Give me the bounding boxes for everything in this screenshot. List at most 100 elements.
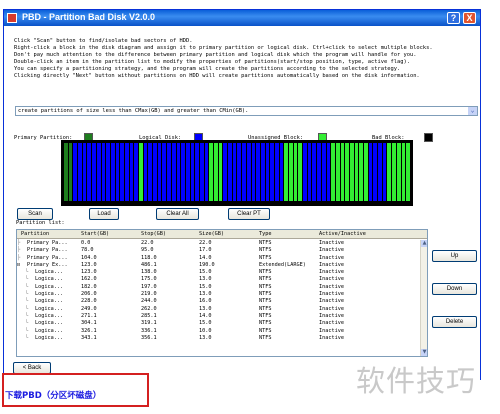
disk-block-logical[interactable]	[120, 143, 124, 201]
disk-block-logical[interactable]	[317, 143, 321, 201]
disk-block-logical[interactable]	[378, 143, 382, 201]
disk-block-logical[interactable]	[162, 143, 167, 201]
clear-all-button[interactable]: Clear All	[156, 208, 199, 220]
disk-block-unassigned[interactable]	[218, 143, 223, 201]
table-row[interactable]: └ Logica... 343.1 356.1 13.0 NTFS Inactive	[17, 335, 419, 342]
disk-block-logical[interactable]	[143, 143, 148, 201]
title-bar[interactable]: PBD - Partition Bad Disk V2.0.0 ? X	[4, 10, 480, 26]
column-header[interactable]: Start(GB)	[81, 230, 109, 239]
disk-block-unassigned[interactable]	[349, 143, 354, 201]
down-button[interactable]: Down	[432, 283, 477, 295]
disk-block-logical[interactable]	[181, 143, 185, 201]
disk-block-logical[interactable]	[153, 143, 157, 201]
table-row[interactable]: └ Logica... 271.1 285.1 14.0 NTFS Inactive	[17, 313, 419, 320]
disk-block-logical[interactable]	[274, 143, 279, 201]
disk-block-logical[interactable]	[279, 143, 284, 201]
disk-block-logical[interactable]	[199, 143, 204, 201]
disk-block-unassigned[interactable]	[401, 143, 406, 201]
column-header[interactable]: Active/Inactive	[319, 230, 366, 239]
disk-block-logical[interactable]	[321, 143, 326, 201]
disk-block-logical[interactable]	[251, 143, 256, 201]
scroll-down-icon[interactable]: ▼	[421, 349, 427, 356]
disk-block-logical[interactable]	[110, 143, 115, 201]
table-row[interactable]: ├ Primary Pa... 0.0 22.0 22.0 NTFS Inactive	[17, 240, 419, 247]
disk-block-logical[interactable]	[270, 143, 274, 201]
disk-block-logical[interactable]	[101, 143, 106, 201]
up-button[interactable]: Up	[432, 250, 477, 262]
disk-block-primary[interactable]	[68, 143, 73, 201]
disk-block-logical[interactable]	[124, 143, 129, 201]
disk-block-logical[interactable]	[171, 143, 176, 201]
column-header[interactable]: Partition	[21, 230, 49, 239]
disk-block-unassigned[interactable]	[387, 143, 392, 201]
disk-block-logical[interactable]	[129, 143, 134, 201]
disk-block-primary[interactable]	[64, 143, 68, 201]
disk-block-logical[interactable]	[87, 143, 92, 201]
table-row[interactable]: └ Logica... 304.1 319.1 15.0 NTFS Inactive	[17, 320, 419, 327]
disk-block-logical[interactable]	[256, 143, 260, 201]
disk-block-logical[interactable]	[228, 143, 232, 201]
vertical-scrollbar[interactable]: ▲ ▼	[420, 240, 427, 356]
disk-block-logical[interactable]	[195, 143, 199, 201]
disk-block-unassigned[interactable]	[392, 143, 396, 201]
disk-block-logical[interactable]	[185, 143, 190, 201]
table-row[interactable]: ├ Primary Pa... 104.0 118.0 14.0 NTFS Inactive	[17, 255, 419, 262]
disk-block-unassigned[interactable]	[293, 143, 298, 201]
disk-block-unassigned[interactable]	[298, 143, 303, 201]
disk-block-unassigned[interactable]	[335, 143, 340, 201]
table-row[interactable]: └ Logica... 162.0 175.0 13.0 NTFS Inactive	[17, 276, 419, 283]
disk-block-logical[interactable]	[303, 143, 307, 201]
table-row[interactable]: └ Logica... 249.0 262.0 13.0 NTFS Inactive	[17, 306, 419, 313]
disk-block-logical[interactable]	[382, 143, 387, 201]
disk-block-logical[interactable]	[237, 143, 242, 201]
disk-block-unassigned[interactable]	[396, 143, 401, 201]
disk-block-logical[interactable]	[92, 143, 96, 201]
disk-block-strip[interactable]	[64, 143, 410, 201]
chevron-down-icon[interactable]: ⌄	[468, 107, 477, 115]
table-row[interactable]: └ Logica... 228.0 244.0 16.0 NTFS Inactive	[17, 298, 419, 305]
help-button[interactable]: ?	[447, 12, 460, 24]
tree-collapse-icon[interactable]: ⊟	[17, 262, 20, 269]
column-header[interactable]: Type	[259, 230, 272, 239]
disk-block-unassigned[interactable]	[364, 143, 368, 201]
disk-block-logical[interactable]	[176, 143, 181, 201]
table-row[interactable]: ├ Primary Pa... 78.0 95.0 17.0 NTFS Inactive	[17, 247, 419, 254]
table-row[interactable]: ⊟ Primary Ex... 123.0 486.1 190.0 Extended(LA…	[17, 262, 419, 269]
disk-block-logical[interactable]	[148, 143, 153, 201]
disk-block-logical[interactable]	[78, 143, 82, 201]
delete-button[interactable]: Delete	[432, 316, 477, 328]
disk-block-unassigned[interactable]	[345, 143, 349, 201]
download-link[interactable]: 下载PBD（分区坏磁盘）	[5, 389, 101, 401]
table-row[interactable]: └ Logica... 206.0 219.0 13.0 NTFS Inactive	[17, 291, 419, 298]
load-button[interactable]: Load	[89, 208, 119, 220]
disk-block-logical[interactable]	[232, 143, 237, 201]
disk-block-unassigned[interactable]	[214, 143, 218, 201]
disk-block-logical[interactable]	[246, 143, 251, 201]
column-header[interactable]: Stop(GB)	[141, 230, 166, 239]
scan-button[interactable]: Scan	[17, 208, 53, 220]
disk-block-logical[interactable]	[373, 143, 378, 201]
disk-block-logical[interactable]	[260, 143, 265, 201]
disk-block-logical[interactable]	[307, 143, 312, 201]
disk-block-logical[interactable]	[204, 143, 209, 201]
disk-block-logical[interactable]	[73, 143, 78, 201]
disk-block-logical[interactable]	[190, 143, 195, 201]
disk-block-logical[interactable]	[115, 143, 120, 201]
disk-diagram[interactable]	[61, 140, 413, 206]
table-row[interactable]: └ Logica... 123.0 138.0 15.0 NTFS Inactive	[17, 269, 419, 276]
disk-block-logical[interactable]	[312, 143, 317, 201]
disk-block-logical[interactable]	[368, 143, 373, 201]
clear-pt-button[interactable]: Clear PT	[228, 208, 270, 220]
disk-block-unassigned[interactable]	[331, 143, 335, 201]
table-row[interactable]: └ Logica... 182.0 197.0 15.0 NTFS Inactive	[17, 284, 419, 291]
disk-block-logical[interactable]	[106, 143, 110, 201]
disk-block-unassigned[interactable]	[289, 143, 293, 201]
partition-table[interactable]: Partition Start(GB) Stop(GB) Size(GB) Ty…	[16, 229, 428, 357]
disk-block-unassigned[interactable]	[354, 143, 359, 201]
strategy-dropdown[interactable]: create partitions of size less than CMax…	[15, 106, 478, 116]
disk-block-logical[interactable]	[96, 143, 101, 201]
scroll-up-icon[interactable]: ▲	[421, 240, 427, 247]
column-header[interactable]: Size(GB)	[199, 230, 224, 239]
disk-block-logical[interactable]	[82, 143, 87, 201]
disk-block-logical[interactable]	[223, 143, 228, 201]
